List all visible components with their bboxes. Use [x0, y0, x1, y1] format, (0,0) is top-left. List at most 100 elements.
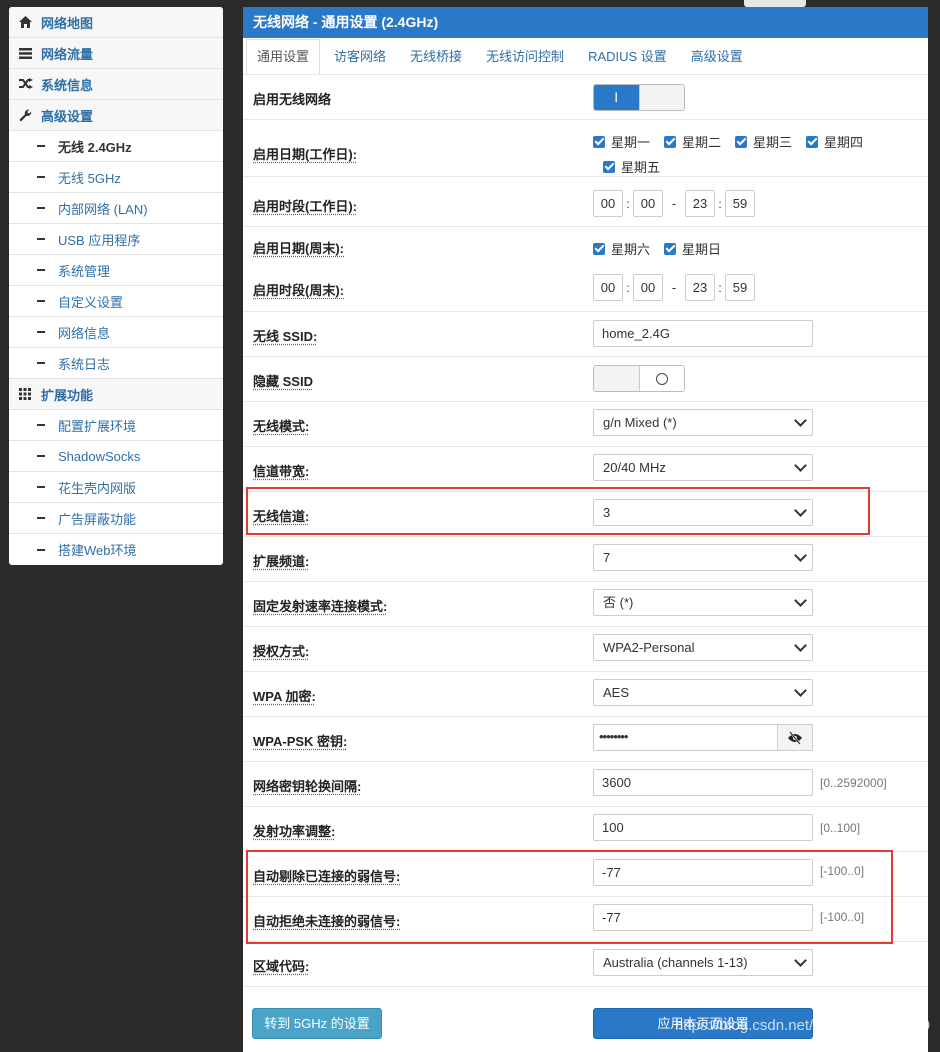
hide-ssid-toggle[interactable]	[593, 365, 685, 392]
sidebar-item-system[interactable]: 系统管理	[9, 255, 223, 286]
field-label: 隐藏 SSID	[253, 374, 313, 389]
weekend-checkbox-group: 星期六 星期日	[593, 239, 735, 258]
sidebar-item-traffic[interactable]: 网络流量	[9, 38, 223, 69]
chevron-down-icon	[794, 594, 807, 607]
auth-select[interactable]: WPA2-Personal	[593, 634, 813, 661]
tab-advanced[interactable]: 高级设置	[681, 40, 753, 74]
end-hour-input[interactable]: 23	[685, 190, 715, 217]
sidebar-item-usb[interactable]: USB 应用程序	[9, 224, 223, 255]
region-select[interactable]: Australia (channels 1-13)	[593, 949, 813, 976]
sidebar-item-advanced[interactable]: 高级设置	[9, 100, 223, 131]
wpa-enc-select[interactable]: AES	[593, 679, 813, 706]
tab-guest[interactable]: 访客网络	[324, 40, 396, 74]
sidebar-item-web-env[interactable]: 搭建Web环境	[9, 534, 223, 565]
dash-icon	[37, 517, 45, 519]
dash-icon	[37, 548, 45, 551]
checkbox-friday[interactable]: 星期五	[603, 157, 660, 176]
dash-icon	[37, 176, 45, 178]
sidebar-item-custom[interactable]: 自定义设置	[9, 286, 223, 317]
tab-general[interactable]: 通用设置	[246, 39, 321, 75]
row-enable-wireless: 启用无线网络 I	[243, 74, 928, 119]
eye-slash-icon[interactable]	[778, 724, 813, 751]
switch-5ghz-button[interactable]: 转到 5GHz 的设置	[252, 1008, 382, 1039]
checkbox-checked-icon	[593, 242, 605, 255]
field-label: 启用日期(周末):	[253, 241, 344, 256]
row-hide-ssid: 隐藏 SSID	[243, 356, 928, 401]
rekey-input[interactable]: 3600	[593, 769, 813, 796]
highlight-box-channel	[246, 487, 870, 535]
field-label: 无线模式:	[253, 419, 310, 434]
sidebar-item-shadowsocks[interactable]: ShadowSocks	[9, 441, 223, 472]
checkbox-checked-icon	[806, 135, 819, 148]
sidebar-item-sysinfo[interactable]: 系统信息	[9, 69, 223, 100]
sidebar-item-ext-env[interactable]: 配置扩展环境	[9, 410, 223, 441]
sidebar-item-wireless-5[interactable]: 无线 5GHz	[9, 162, 223, 193]
checkbox-tuesday[interactable]: 星期二	[664, 132, 721, 151]
sidebar-item-extensions[interactable]: 扩展功能	[9, 379, 223, 410]
start-hour-input[interactable]: 00	[593, 274, 623, 301]
end-minute-input[interactable]: 59	[725, 274, 755, 301]
field-label: 启用日期(工作日):	[253, 147, 357, 162]
grid-icon	[19, 388, 41, 400]
checkbox-sunday[interactable]: 星期日	[664, 239, 721, 258]
sidebar-item-syslog[interactable]: 系统日志	[9, 348, 223, 379]
checkbox-saturday[interactable]: 星期六	[593, 239, 650, 258]
start-minute-input[interactable]: 00	[633, 190, 663, 217]
row-ssid: 无线 SSID: home_2.4G	[243, 311, 928, 356]
row-region: 区域代码: Australia (channels 1-13)	[243, 941, 928, 986]
tab-access-control[interactable]: 无线访问控制	[476, 40, 574, 74]
start-minute-input[interactable]: 00	[633, 274, 663, 301]
checkbox-monday[interactable]: 星期一	[593, 132, 650, 151]
select-value: WPA2-Personal	[603, 640, 695, 655]
end-minute-input[interactable]: 59	[725, 190, 755, 217]
sidebar-item-netinfo[interactable]: 网络信息	[9, 317, 223, 348]
checkbox-wednesday[interactable]: 星期三	[735, 132, 792, 151]
weekday-checkbox-group: 星期一 星期二 星期三 星期四 星期五	[593, 132, 893, 176]
bandwidth-select[interactable]: 20/40 MHz	[593, 454, 813, 481]
sidebar-item-wireless-24[interactable]: 无线 2.4GHz	[9, 131, 223, 162]
sidebar-item-oray[interactable]: 花生壳内网版	[9, 472, 223, 503]
sidebar-item-adblock[interactable]: 广告屏蔽功能	[9, 503, 223, 534]
dash-icon	[37, 331, 45, 333]
field-label: WPA 加密:	[253, 689, 316, 704]
ext-channel-select[interactable]: 7	[593, 544, 813, 571]
field-label: 启用时段(工作日):	[253, 199, 357, 214]
sidebar-item-lan[interactable]: 内部网络 (LAN)	[9, 193, 223, 224]
sidebar-item-label: 无线 2.4GHz	[58, 139, 132, 155]
psk-input[interactable]: ••••••••	[593, 724, 778, 751]
range-hint: [0..2592000]	[820, 776, 887, 790]
sidebar-item-label: ShadowSocks	[58, 448, 141, 464]
txpower-input[interactable]: 100	[593, 814, 813, 841]
field-label: 网络密钥轮换间隔:	[253, 779, 362, 794]
checkbox-label: 星期六	[611, 242, 651, 257]
range-separator: -	[671, 280, 677, 295]
enable-wireless-toggle[interactable]: I	[593, 84, 685, 111]
highlight-box-weak-signal	[246, 850, 893, 944]
dash-icon	[37, 269, 45, 271]
select-value: g/n Mixed (*)	[603, 415, 677, 430]
sidebar-item-label: 网络信息	[58, 325, 111, 341]
select-value: 否 (*)	[603, 595, 634, 610]
sidebar-item-network-map[interactable]: 网络地图	[9, 7, 223, 38]
psk-field: ••••••••	[593, 724, 813, 751]
checkbox-label: 星期日	[682, 242, 722, 257]
chevron-down-icon	[794, 954, 807, 967]
dash-icon	[37, 207, 45, 209]
range-hint: [0..100]	[820, 821, 861, 835]
checkbox-thursday[interactable]: 星期四	[806, 132, 863, 151]
tab-bridge[interactable]: 无线桥接	[400, 40, 472, 74]
start-hour-input[interactable]: 00	[593, 190, 623, 217]
fixed-rate-select[interactable]: 否 (*)	[593, 589, 813, 616]
checkbox-label: 星期一	[611, 135, 651, 150]
select-value: Australia (channels 1-13)	[603, 955, 748, 970]
row-psk: WPA-PSK 密钥: ••••••••	[243, 716, 928, 761]
end-hour-input[interactable]: 23	[685, 274, 715, 301]
checkbox-checked-icon	[603, 160, 615, 173]
checkbox-checked-icon	[664, 242, 677, 255]
top-tab[interactable]	[744, 0, 806, 7]
tab-radius[interactable]: RADIUS 设置	[578, 40, 677, 74]
mode-select[interactable]: g/n Mixed (*)	[593, 409, 813, 436]
list-icon	[19, 47, 41, 59]
chevron-down-icon	[794, 414, 807, 427]
ssid-input[interactable]: home_2.4G	[593, 320, 813, 347]
